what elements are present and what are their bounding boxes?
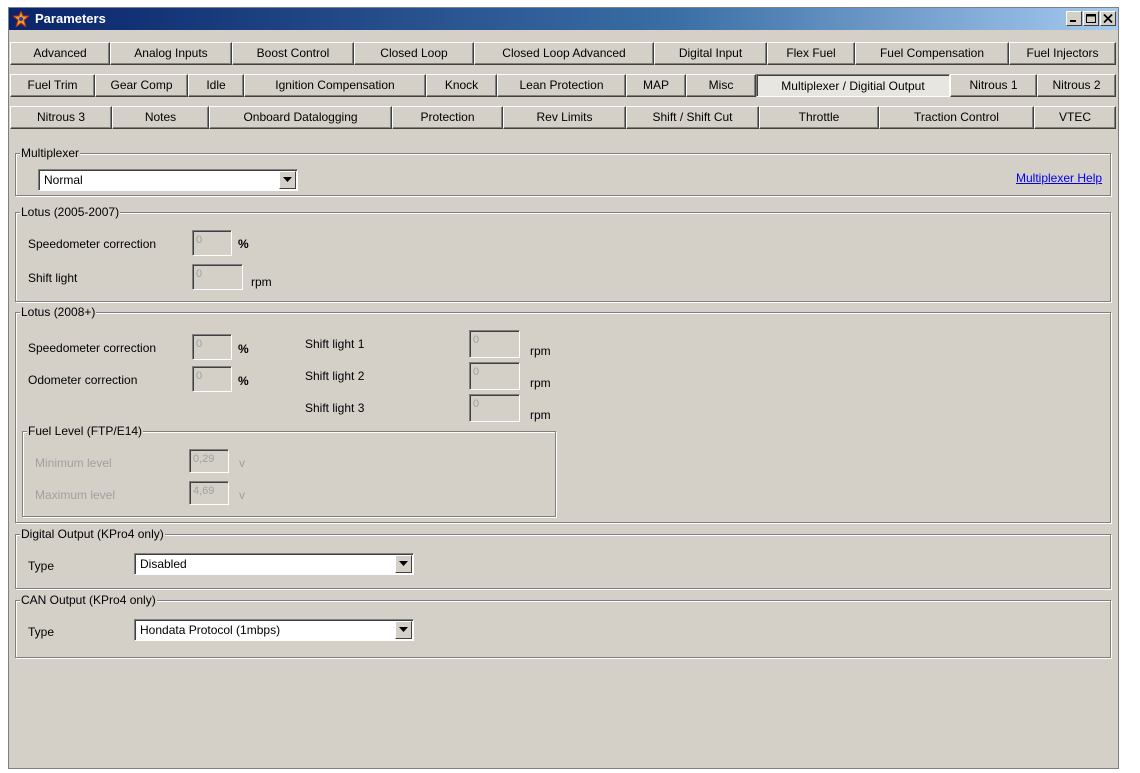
digital-output-group: Digital Output (KPro4 only) Type Disable… [15, 527, 1111, 589]
tab-digital-input[interactable]: Digital Input [654, 42, 767, 65]
minimize-icon [1070, 20, 1076, 22]
lotus-2005-2007-group: Lotus (2005-2007) Speedometer correction… [15, 205, 1111, 302]
fuel-level-label: Fuel Level (FTP/E14) [27, 424, 144, 438]
tab-nitrous-3[interactable]: Nitrous 3 [10, 106, 112, 129]
chevron-down-icon [399, 627, 408, 632]
chevron-down-icon [399, 561, 408, 566]
speedometer-correction-label: Speedometer correction [28, 237, 157, 251]
tab-fuel-trim[interactable]: Fuel Trim [10, 74, 95, 97]
tab-onboard-datalogging[interactable]: Onboard Datalogging [209, 106, 392, 129]
tab-knock[interactable]: Knock [426, 74, 497, 97]
can-output-type-label: Type [28, 625, 55, 639]
maximize-button[interactable] [1083, 11, 1099, 26]
tab-map[interactable]: MAP [626, 74, 686, 97]
shift-light-2-unit: rpm [530, 376, 551, 390]
can-output-dropdown-button[interactable] [395, 621, 412, 639]
shift-light-2-input[interactable]: 0 [469, 362, 520, 390]
minimum-level-label: Minimum level [35, 456, 112, 470]
speedometer-correction-input[interactable]: 0 [192, 230, 232, 256]
odometer-correction-unit: % [238, 374, 249, 388]
app-icon [13, 11, 29, 27]
tab-traction-control[interactable]: Traction Control [879, 106, 1034, 129]
tab-analog-inputs[interactable]: Analog Inputs [110, 42, 232, 65]
shift-light-label: Shift light [28, 271, 78, 285]
can-output-group: CAN Output (KPro4 only) Type Hondata Pro… [15, 593, 1111, 658]
shift-light-1-input[interactable]: 0 [469, 330, 520, 358]
minimum-level-input[interactable]: 0,29 [189, 449, 229, 473]
tab-multiplexer-digital-output[interactable]: Multiplexer / Digitial Output [756, 74, 950, 97]
maximum-level-input[interactable]: 4,69 [189, 481, 229, 505]
tab-nitrous-1[interactable]: Nitrous 1 [950, 74, 1037, 97]
multiplexer-group: Multiplexer Normal Multiplexer Help [15, 146, 1111, 196]
multiplexer-help-link[interactable]: Multiplexer Help [1016, 171, 1102, 185]
minimum-level-unit: v [239, 456, 245, 470]
speedometer-correction-unit: % [238, 237, 249, 251]
lotus-2008-group: Lotus (2008+) Speedometer correction 0 %… [15, 305, 1111, 523]
tab-flex-fuel[interactable]: Flex Fuel [767, 42, 855, 65]
tab-rev-limits[interactable]: Rev Limits [503, 106, 626, 129]
speedometer-correction-2008-input[interactable]: 0 [192, 334, 232, 360]
tab-gear-comp[interactable]: Gear Comp [95, 74, 188, 97]
maximum-level-unit: v [239, 488, 245, 502]
multiplexer-group-label: Multiplexer [20, 146, 81, 160]
shift-light-1-unit: rpm [530, 344, 551, 358]
tab-boost-control[interactable]: Boost Control [232, 42, 354, 65]
shift-light-1-label: Shift light 1 [305, 337, 365, 351]
digital-output-type-value: Disabled [140, 557, 187, 571]
odometer-correction-label: Odometer correction [28, 373, 138, 387]
tab-protection[interactable]: Protection [392, 106, 503, 129]
can-output-type-value: Hondata Protocol (1mbps) [140, 623, 281, 637]
tab-shift-cut[interactable]: Shift / Shift Cut [626, 106, 759, 129]
tab-vtec[interactable]: VTEC [1034, 106, 1116, 129]
tab-nitrous-2[interactable]: Nitrous 2 [1037, 74, 1116, 97]
close-button[interactable] [1100, 11, 1116, 26]
multiplexer-mode-value: Normal [44, 173, 83, 187]
shift-light-3-input[interactable]: 0 [469, 394, 520, 422]
title-bar[interactable]: Parameters [9, 8, 1118, 30]
shift-light-2-label: Shift light 2 [305, 369, 365, 383]
shift-light-input[interactable]: 0 [192, 264, 243, 290]
parameters-window: Parameters Advanced Analog Inputs Boost … [8, 7, 1119, 769]
tab-lean-protection[interactable]: Lean Protection [497, 74, 626, 97]
tab-throttle[interactable]: Throttle [759, 106, 879, 129]
chevron-down-icon [283, 177, 292, 182]
fuel-level-group: Fuel Level (FTP/E14) Minimum level 0,29 … [22, 424, 556, 517]
shift-light-3-unit: rpm [530, 408, 551, 422]
tab-misc[interactable]: Misc [686, 74, 756, 97]
tab-closed-loop[interactable]: Closed Loop [354, 42, 474, 65]
can-output-type-select[interactable]: Hondata Protocol (1mbps) [134, 619, 414, 641]
maximum-level-label: Maximum level [35, 488, 116, 502]
digital-output-dropdown-button[interactable] [395, 555, 412, 573]
digital-output-type-select[interactable]: Disabled [134, 553, 414, 575]
shift-light-3-label: Shift light 3 [305, 401, 365, 415]
tab-closed-loop-advanced[interactable]: Closed Loop Advanced [474, 42, 654, 65]
window-title: Parameters [35, 11, 106, 26]
tab-idle[interactable]: Idle [188, 74, 244, 97]
speedometer-correction-2008-unit: % [238, 342, 249, 356]
maximize-icon [1086, 14, 1096, 23]
multiplexer-dropdown-button[interactable] [279, 171, 296, 189]
tab-fuel-compensation[interactable]: Fuel Compensation [855, 42, 1009, 65]
shift-light-unit: rpm [251, 275, 272, 289]
odometer-correction-input[interactable]: 0 [192, 366, 232, 392]
tab-advanced[interactable]: Advanced [10, 42, 110, 65]
tab-ignition-compensation[interactable]: Ignition Compensation [244, 74, 426, 97]
tab-fuel-injectors[interactable]: Fuel Injectors [1009, 42, 1116, 65]
minimize-button[interactable] [1066, 11, 1082, 26]
lotus-2005-2007-label: Lotus (2005-2007) [20, 205, 121, 219]
lotus-2008-label: Lotus (2008+) [20, 305, 97, 319]
multiplexer-mode-select[interactable]: Normal [38, 169, 298, 191]
digital-output-type-label: Type [28, 559, 55, 573]
speedometer-correction-2008-label: Speedometer correction [28, 341, 157, 355]
digital-output-label: Digital Output (KPro4 only) [20, 527, 165, 541]
can-output-label: CAN Output (KPro4 only) [20, 593, 157, 607]
close-icon [1103, 14, 1113, 23]
tab-notes[interactable]: Notes [112, 106, 209, 129]
